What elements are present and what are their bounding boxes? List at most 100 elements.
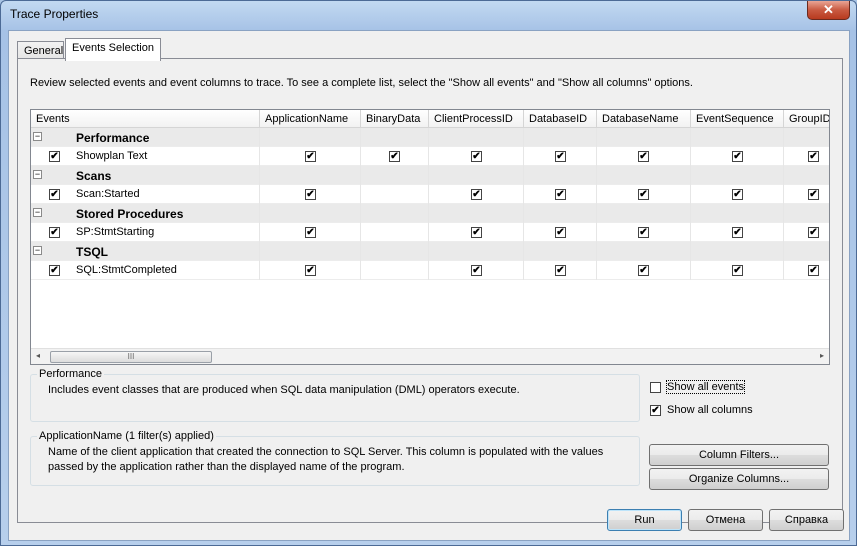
category-row[interactable]: − Scans (31, 166, 829, 185)
grid-cell (784, 185, 829, 204)
category-row[interactable]: − TSQL (31, 242, 829, 261)
column-checkbox[interactable]: ✔ (389, 151, 400, 162)
grid-cell (260, 128, 361, 147)
grid-cell (429, 166, 524, 185)
event-info-description: Includes event classes that are produced… (48, 384, 520, 396)
collapse-icon[interactable]: − (33, 246, 42, 255)
grid-cell (597, 166, 691, 185)
column-checkbox[interactable]: ✔ (732, 151, 743, 162)
scroll-left-icon[interactable]: ◂ (36, 351, 40, 360)
show-all-events-checkbox[interactable] (650, 382, 661, 393)
category-row[interactable]: − Stored Procedures (31, 204, 829, 223)
collapse-icon[interactable]: − (33, 170, 42, 179)
column-checkbox[interactable]: ✔ (305, 151, 316, 162)
run-button[interactable]: Run (607, 509, 682, 531)
column-checkbox[interactable]: ✔ (305, 189, 316, 200)
show-all-events-label[interactable]: Show all events (665, 380, 746, 394)
event-info-box: Performance Includes event classes that … (30, 368, 640, 422)
help-button[interactable]: Справка (769, 509, 844, 531)
column-header-binarydata[interactable]: BinaryData (361, 110, 429, 128)
event-checkbox[interactable]: ✔ (49, 265, 60, 276)
event-checkbox[interactable]: ✔ (49, 151, 60, 162)
show-all-columns-checkbox[interactable]: ✔ (650, 405, 661, 416)
column-checkbox[interactable]: ✔ (305, 265, 316, 276)
event-row[interactable]: ✔ Showplan Text ✔ ✔ ✔ ✔ ✔ ✔ ✔ (31, 147, 829, 166)
grid-cell (31, 242, 260, 261)
collapse-icon[interactable]: − (33, 208, 42, 217)
column-checkbox[interactable]: ✔ (732, 189, 743, 200)
organize-columns-button[interactable]: Organize Columns... (649, 468, 829, 490)
event-row[interactable]: ✔ SQL:StmtCompleted ✔ ✔ ✔ ✔ ✔ ✔ (31, 261, 829, 280)
grid-cell (784, 223, 829, 242)
grid-cell (691, 204, 784, 223)
column-checkbox[interactable]: ✔ (808, 227, 819, 238)
grid-cell (784, 204, 829, 223)
horizontal-scrollbar[interactable]: ◂ III ▸ (31, 348, 829, 364)
column-checkbox[interactable]: ✔ (732, 227, 743, 238)
category-label: Performance (76, 131, 150, 145)
column-header-applicationname[interactable]: ApplicationName (260, 110, 361, 128)
column-checkbox[interactable]: ✔ (808, 189, 819, 200)
event-label: SQL:StmtCompleted (76, 264, 177, 276)
column-checkbox[interactable]: ✔ (732, 265, 743, 276)
grid-cell (524, 166, 597, 185)
column-header-events[interactable]: Events (31, 110, 260, 128)
column-checkbox[interactable]: ✔ (471, 227, 482, 238)
show-all-columns-option[interactable]: ✔ Show all columns (650, 404, 780, 420)
event-checkbox[interactable]: ✔ (49, 189, 60, 200)
column-checkbox[interactable]: ✔ (555, 189, 566, 200)
event-info-legend: Performance (37, 368, 104, 380)
column-checkbox[interactable]: ✔ (305, 227, 316, 238)
scroll-thumb[interactable]: III (50, 351, 212, 363)
column-filters-button[interactable]: Column Filters... (649, 444, 829, 466)
grid-cell (784, 166, 829, 185)
grid-cell (260, 166, 361, 185)
column-header-clientprocessid[interactable]: ClientProcessID (429, 110, 524, 128)
column-info-box: ApplicationName (1 filter(s) applied) Na… (30, 430, 640, 486)
column-header-databaseid[interactable]: DatabaseID (524, 110, 597, 128)
column-checkbox[interactable]: ✔ (638, 151, 649, 162)
column-checkbox[interactable]: ✔ (808, 151, 819, 162)
column-checkbox[interactable]: ✔ (555, 151, 566, 162)
grid-cell (31, 185, 260, 204)
grid-cell (361, 166, 429, 185)
column-checkbox[interactable]: ✔ (555, 227, 566, 238)
show-all-columns-label[interactable]: Show all columns (667, 404, 753, 416)
column-header-groupid[interactable]: GroupID (784, 110, 829, 128)
cancel-button[interactable]: Отмена (688, 509, 763, 531)
grid-cell (361, 223, 429, 242)
grid-cell (691, 166, 784, 185)
column-checkbox[interactable]: ✔ (471, 151, 482, 162)
category-label: Stored Procedures (76, 207, 184, 221)
grid-cell (784, 128, 829, 147)
column-info-legend: ApplicationName (1 filter(s) applied) (37, 430, 216, 442)
collapse-icon[interactable]: − (33, 132, 42, 141)
close-button[interactable]: ✕ (807, 1, 850, 20)
column-checkbox[interactable]: ✔ (471, 189, 482, 200)
column-checkbox[interactable]: ✔ (638, 265, 649, 276)
show-all-events-option[interactable]: Show all events (650, 380, 780, 397)
event-checkbox[interactable]: ✔ (49, 227, 60, 238)
event-row[interactable]: ✔ SP:StmtStarting ✔ ✔ ✔ ✔ ✔ ✔ (31, 223, 829, 242)
column-checkbox[interactable]: ✔ (638, 227, 649, 238)
grid-cell (260, 204, 361, 223)
grid-cell (784, 242, 829, 261)
intro-text: Review selected events and event columns… (30, 77, 693, 89)
category-row[interactable]: − Performance (31, 128, 829, 147)
grid-cell (361, 261, 429, 280)
event-row[interactable]: ✔ Scan:Started ✔ ✔ ✔ ✔ ✔ ✔ (31, 185, 829, 204)
scroll-right-icon[interactable]: ▸ (820, 351, 824, 360)
column-header-eventsequence[interactable]: EventSequence (691, 110, 784, 128)
column-checkbox[interactable]: ✔ (808, 265, 819, 276)
grid-cell (361, 204, 429, 223)
column-checkbox[interactable]: ✔ (638, 189, 649, 200)
window-title: Trace Properties (10, 7, 99, 21)
grid-cell (429, 128, 524, 147)
grid-cell (260, 242, 361, 261)
column-header-databasename[interactable]: DatabaseName (597, 110, 691, 128)
grid-cell (691, 242, 784, 261)
column-checkbox[interactable]: ✔ (555, 265, 566, 276)
dialog-body: General Events Selection Review selected… (8, 30, 850, 541)
tab-events-selection[interactable]: Events Selection (65, 38, 161, 61)
column-checkbox[interactable]: ✔ (471, 265, 482, 276)
